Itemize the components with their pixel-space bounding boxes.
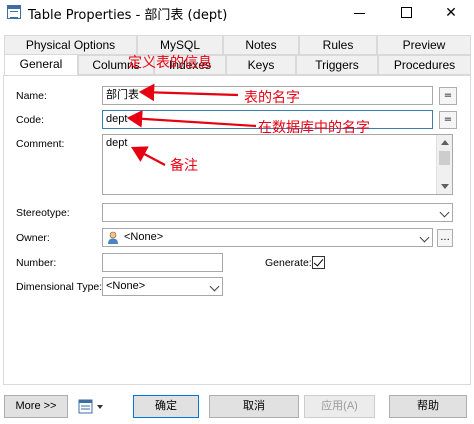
annotation-db-name: 在数据库中的名字 bbox=[258, 120, 370, 136]
chevron-down-icon bbox=[439, 207, 450, 218]
scroll-up-icon[interactable] bbox=[441, 140, 449, 145]
tab-triggers[interactable]: Triggers bbox=[296, 55, 378, 75]
tab-label: Physical Options bbox=[25, 38, 116, 52]
tab-label: General bbox=[19, 57, 63, 71]
minimize-icon bbox=[354, 13, 365, 14]
user-icon bbox=[108, 231, 118, 244]
generate-checkbox[interactable] bbox=[312, 256, 325, 269]
code-to-name-button[interactable]: = bbox=[439, 111, 457, 129]
window-title: Table Properties - 部门表 (dept) bbox=[28, 8, 228, 23]
tab-keys[interactable]: Keys bbox=[226, 55, 296, 75]
ok-button[interactable]: 确定 bbox=[133, 395, 199, 418]
comment-textarea[interactable]: dept bbox=[102, 134, 453, 195]
owner-select[interactable]: <None> bbox=[102, 228, 433, 247]
more-button[interactable]: More >> bbox=[4, 395, 68, 418]
annotation-remark: 备注 bbox=[170, 158, 198, 174]
generate-label: Generate: bbox=[265, 257, 312, 269]
scroll-down-icon[interactable] bbox=[441, 184, 449, 189]
options-menu-button[interactable] bbox=[77, 397, 107, 417]
annotation-table-name: 表的名字 bbox=[244, 90, 300, 106]
owner-browse-button[interactable]: ... bbox=[437, 229, 453, 247]
table-icon bbox=[7, 5, 21, 19]
tab-preview[interactable]: Preview bbox=[377, 35, 471, 55]
tab-physical-options[interactable]: Physical Options bbox=[4, 35, 137, 55]
name-label: Name: bbox=[16, 90, 47, 102]
dimensional-type-value: <None> bbox=[106, 280, 146, 292]
options-dropdown-icon bbox=[78, 399, 103, 414]
owner-value: <None> bbox=[124, 231, 164, 243]
tab-label: Notes bbox=[245, 38, 277, 52]
comment-scrollbar[interactable] bbox=[436, 135, 452, 194]
tab-rules[interactable]: Rules bbox=[299, 35, 377, 55]
name-to-code-button[interactable]: = bbox=[439, 87, 457, 105]
dimensional-type-select[interactable]: <None> bbox=[102, 277, 223, 296]
tab-label: Keys bbox=[247, 58, 275, 72]
tab-label: MySQL bbox=[159, 38, 200, 52]
apply-button[interactable]: 应用(A) bbox=[304, 395, 375, 418]
dimensional-type-label: Dimensional Type: bbox=[16, 281, 103, 293]
comment-label: Comment: bbox=[16, 138, 65, 150]
scroll-thumb[interactable] bbox=[439, 151, 450, 165]
tab-label: Procedures bbox=[393, 58, 456, 72]
owner-label: Owner: bbox=[16, 232, 50, 244]
tab-notes[interactable]: Notes bbox=[223, 35, 299, 55]
tab-strip: Physical Options MySQL Notes Rules Previ… bbox=[0, 26, 474, 76]
minimize-button[interactable] bbox=[337, 0, 383, 26]
annotation-define-table-info: 定义表的信息 bbox=[128, 55, 212, 71]
number-label: Number: bbox=[16, 257, 57, 269]
chevron-down-icon bbox=[419, 232, 430, 243]
tab-label: Triggers bbox=[315, 58, 359, 72]
chevron-down-icon bbox=[209, 281, 220, 292]
maximize-icon bbox=[401, 7, 412, 18]
help-button[interactable]: 帮助 bbox=[389, 395, 467, 418]
comment-text: dept bbox=[106, 137, 128, 149]
title-bar: Table Properties - 部门表 (dept) ✕ bbox=[0, 0, 474, 26]
tab-procedures[interactable]: Procedures bbox=[378, 55, 471, 75]
tab-general[interactable]: General bbox=[4, 54, 78, 76]
tab-label: Rules bbox=[322, 38, 354, 52]
tab-label: Preview bbox=[402, 38, 446, 52]
maximize-button[interactable] bbox=[384, 0, 430, 26]
stereotype-combobox[interactable] bbox=[102, 203, 453, 222]
stereotype-label: Stereotype: bbox=[16, 207, 70, 219]
cancel-button[interactable]: 取消 bbox=[209, 395, 299, 418]
code-label: Code: bbox=[16, 114, 45, 126]
number-field[interactable] bbox=[102, 253, 223, 272]
close-button[interactable]: ✕ bbox=[428, 0, 474, 26]
close-icon: ✕ bbox=[445, 5, 457, 21]
